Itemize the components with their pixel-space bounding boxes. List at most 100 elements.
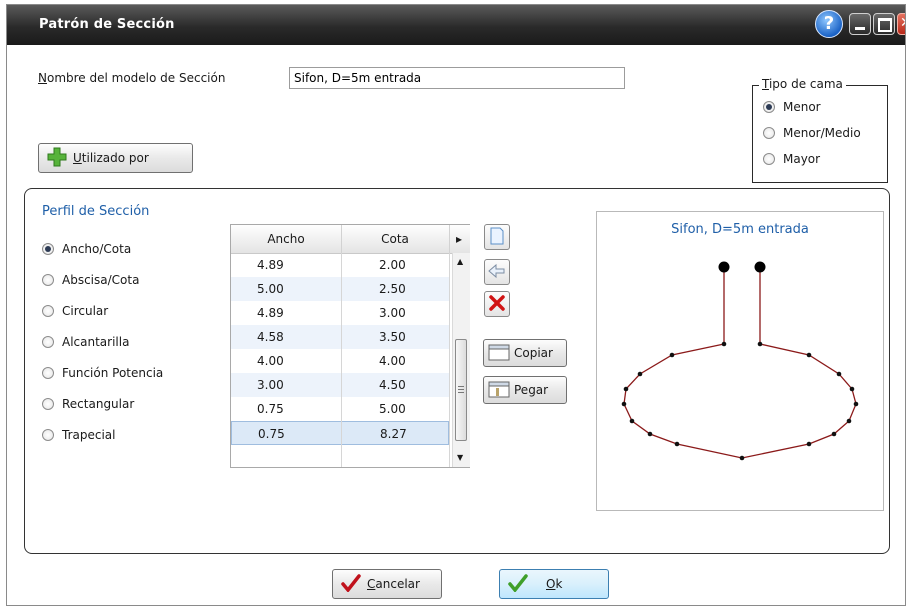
section-top-point: [718, 261, 730, 273]
profile-option[interactable]: Alcantarilla: [42, 335, 129, 349]
section-vertex: [853, 401, 859, 407]
radio-button[interactable]: [763, 101, 775, 113]
copy-button[interactable]: Copiar: [483, 339, 567, 367]
table-cell-ancho[interactable]: 5.00: [257, 277, 284, 301]
section-vertex: [757, 341, 763, 347]
section-vertex: [806, 352, 812, 358]
table-cell-ancho[interactable]: 4.00: [257, 349, 284, 373]
radio-button[interactable]: [42, 305, 54, 317]
profile-option[interactable]: Circular: [42, 304, 108, 318]
table-cell-cota[interactable]: 3.00: [379, 301, 406, 325]
table-cell-ancho[interactable]: 0.75: [258, 422, 285, 446]
table-row[interactable]: 3.00 4.50: [231, 373, 449, 397]
title-bar[interactable]: Patrón de Sección ?: [7, 5, 905, 45]
column-more-icon[interactable]: ▸: [449, 225, 469, 253]
used-by-button[interactable]: Utilizado por: [38, 143, 193, 173]
table-row[interactable]: 4.58 3.50: [231, 325, 449, 349]
section-vertex: [739, 455, 745, 461]
scroll-up-icon[interactable]: ▲: [457, 257, 463, 266]
column-divider: [341, 253, 342, 467]
table-row[interactable]: 0.75 5.00: [231, 397, 449, 421]
preview-title: Sifon, D=5m entrada: [671, 222, 809, 237]
table-cell-ancho[interactable]: 4.89: [257, 301, 284, 325]
profile-option[interactable]: Función Potencia: [42, 366, 163, 380]
section-vertex: [629, 418, 635, 424]
section-vertex: [831, 431, 837, 437]
bed-type-option[interactable]: Mayor: [763, 152, 820, 166]
section-name-input[interactable]: [289, 67, 625, 89]
section-vertex: [836, 371, 842, 377]
radio-button[interactable]: [42, 398, 54, 410]
help-icon[interactable]: ?: [815, 10, 843, 38]
scroll-down-icon[interactable]: ▼: [457, 453, 463, 462]
profile-option-label: Rectangular: [62, 397, 135, 411]
table-cell-cota[interactable]: 4.50: [379, 373, 406, 397]
used-by-label: Utilizado por: [73, 151, 149, 165]
ok-label: Ok: [546, 577, 563, 591]
table-row[interactable]: 5.00 2.50: [231, 277, 449, 301]
radio-button[interactable]: [42, 367, 54, 379]
table-row[interactable]: 4.00 4.00: [231, 349, 449, 373]
section-vertex: [669, 352, 675, 358]
profile-option[interactable]: Ancho/Cota: [42, 242, 131, 256]
column-header-ancho[interactable]: Ancho: [231, 225, 342, 253]
table-cell-cota[interactable]: 2.00: [379, 253, 406, 277]
table-cell-cota[interactable]: 2.50: [379, 277, 406, 301]
close-icon[interactable]: [897, 13, 905, 35]
paste-button[interactable]: Pegar: [483, 376, 567, 404]
cancel-icon: [341, 573, 361, 595]
delete-row-button[interactable]: [484, 291, 510, 317]
table-header: Ancho Cota ▸: [231, 225, 470, 254]
minimize-icon[interactable]: [849, 13, 871, 35]
radio-button[interactable]: [42, 274, 54, 286]
profile-option[interactable]: Abscisa/Cota: [42, 273, 139, 287]
profile-option[interactable]: Trapecial: [42, 428, 115, 442]
table-cell-ancho[interactable]: 3.00: [257, 373, 284, 397]
table-row[interactable]: 0.75 8.27: [231, 421, 449, 445]
section-vertex: [721, 341, 727, 347]
radio-button[interactable]: [763, 127, 775, 139]
table-cell-ancho[interactable]: 0.75: [257, 397, 284, 421]
profile-option-label: Ancho/Cota: [62, 242, 132, 256]
cancel-button[interactable]: Cancelar: [332, 569, 442, 599]
profile-option-label: Alcantarilla: [62, 335, 130, 349]
table-cell-cota[interactable]: 5.00: [379, 397, 406, 421]
bed-type-option[interactable]: Menor: [763, 100, 821, 114]
profile-option-label: Circular: [62, 304, 109, 318]
section-top-point: [754, 261, 766, 273]
ok-button[interactable]: Ok: [499, 569, 609, 599]
window-title: Patrón de Sección: [39, 17, 175, 32]
section-vertex: [674, 441, 680, 447]
table-cell-ancho[interactable]: 4.89: [257, 253, 284, 277]
radio-button[interactable]: [763, 153, 775, 165]
section-table[interactable]: Ancho Cota ▸ 4.89 2.00 5.00 2.50 4.89 3.00 4.5…: [230, 224, 470, 468]
table-cell-cota[interactable]: 3.50: [379, 325, 406, 349]
radio-button[interactable]: [42, 336, 54, 348]
section-profile-panel: Perfil de Sección Ancho/Cota Abscisa/Cota…: [24, 188, 890, 554]
column-header-cota[interactable]: Cota: [341, 225, 450, 253]
copy-icon: [488, 342, 510, 365]
radio-button[interactable]: [42, 243, 54, 255]
insert-row-button[interactable]: [484, 259, 510, 285]
table-row[interactable]: 4.89 3.00: [231, 301, 449, 325]
section-preview: Sifon, D=5m entrada: [596, 211, 884, 511]
section-outline: [623, 343, 857, 459]
table-cell-cota[interactable]: 8.27: [380, 422, 407, 446]
dialog-window: Patrón de Sección ? Nombre del modelo de…: [6, 4, 906, 606]
section-name-label: Nombre del modelo de Sección: [38, 71, 226, 85]
radio-button[interactable]: [42, 429, 54, 441]
new-row-button[interactable]: [484, 224, 510, 250]
bed-type-option-label: Mayor: [783, 152, 821, 166]
table-cell-ancho[interactable]: 4.58: [257, 325, 284, 349]
maximize-icon[interactable]: [873, 13, 895, 35]
bed-type-option[interactable]: Menor/Medio: [763, 126, 861, 140]
table-scrollbar[interactable]: ▲ ▼: [452, 253, 470, 467]
scrollbar-thumb[interactable]: [455, 339, 467, 441]
table-row[interactable]: 4.89 2.00: [231, 253, 449, 277]
paste-label: Pegar: [514, 383, 549, 397]
table-cell-cota[interactable]: 4.00: [379, 349, 406, 373]
section-preview-plot: [621, 261, 859, 461]
profile-option[interactable]: Rectangular: [42, 397, 134, 411]
section-vertex: [637, 371, 643, 377]
section-profile-title: Perfil de Sección: [42, 204, 150, 219]
